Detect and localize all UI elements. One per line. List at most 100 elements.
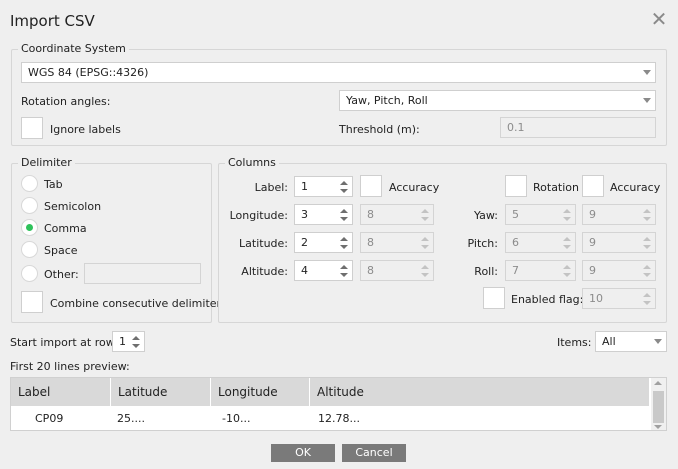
dialog-title: Import CSV	[10, 12, 95, 30]
columns-legend: Columns	[225, 156, 279, 169]
chevron-up-icon[interactable]	[340, 181, 348, 185]
column-header-label[interactable]: Label	[11, 378, 111, 406]
yaw-stepper[interactable]: 5	[505, 204, 576, 225]
preview-label: First 20 lines preview:	[10, 360, 130, 373]
label-col-label: Label:	[254, 181, 288, 194]
enabled-flag-label: Enabled flag:	[511, 293, 584, 306]
chevron-down-icon	[643, 70, 651, 75]
column-header-longitude[interactable]: Longitude	[211, 378, 310, 406]
radio-comma[interactable]	[21, 219, 38, 236]
rotation-accuracy-label: Accuracy	[610, 181, 661, 194]
chevron-down-icon[interactable]	[340, 217, 348, 221]
altitude-accuracy-stepper[interactable]: 8	[360, 260, 434, 281]
chevron-up-icon[interactable]	[340, 265, 348, 269]
column-header-latitude[interactable]: Latitude	[111, 378, 211, 406]
start-row-value: 1	[119, 335, 126, 348]
chevron-up-icon	[643, 293, 651, 297]
enabled-flag-checkbox[interactable]	[483, 287, 505, 309]
chevron-down-icon	[421, 245, 429, 249]
chevron-down-icon	[421, 273, 429, 277]
delimiter-legend: Delimiter	[18, 156, 75, 169]
items-select[interactable]: All	[595, 331, 667, 352]
radio-other[interactable]	[21, 265, 38, 282]
latitude-stepper[interactable]: 2	[294, 232, 353, 253]
chevron-down-icon[interactable]	[340, 273, 348, 277]
rotation-accuracy-checkbox[interactable]	[582, 175, 604, 197]
pitch-accuracy-stepper[interactable]: 9	[582, 232, 656, 253]
coordinate-system-legend: Coordinate System	[18, 42, 129, 55]
latitude-value: 2	[301, 236, 308, 249]
ignore-labels-checkbox[interactable]	[21, 117, 43, 139]
threshold-field[interactable]: 0.1	[500, 117, 656, 138]
longitude-stepper[interactable]: 3	[294, 204, 353, 225]
yaw-accuracy-value: 9	[589, 208, 596, 221]
start-row-stepper[interactable]: 1	[112, 331, 145, 352]
scroll-thumb[interactable]	[653, 391, 664, 423]
chevron-down-icon	[563, 245, 571, 249]
pitch-label: Pitch:	[467, 237, 499, 250]
chevron-up-icon	[421, 209, 429, 213]
longitude-value: 3	[301, 208, 308, 221]
cancel-button[interactable]: Cancel	[342, 444, 406, 462]
rotation-angles-value: Yaw, Pitch, Roll	[346, 94, 428, 107]
chevron-up-icon	[643, 237, 651, 241]
chevron-up-icon	[643, 265, 651, 269]
latitude-accuracy-stepper[interactable]: 8	[360, 232, 434, 253]
scroll-down-icon[interactable]	[654, 425, 662, 429]
coordinate-system-select[interactable]: WGS 84 (EPSG::4326)	[21, 62, 656, 83]
chevron-up-icon	[643, 209, 651, 213]
label-col-value: 1	[301, 180, 308, 193]
chevron-down-icon	[563, 273, 571, 277]
chevron-down-icon	[643, 245, 651, 249]
other-delimiter-field[interactable]	[84, 263, 201, 284]
roll-stepper[interactable]: 7	[505, 260, 576, 281]
radio-space-label: Space	[44, 244, 78, 257]
rotation-checkbox[interactable]	[505, 175, 527, 197]
chevron-up-icon[interactable]	[340, 209, 348, 213]
chevron-up-icon[interactable]	[340, 237, 348, 241]
combine-delimiters-label: Combine consecutive delimiters	[50, 297, 227, 310]
radio-tab-label: Tab	[44, 178, 63, 191]
close-icon[interactable]: ✕	[650, 9, 668, 29]
radio-comma-label: Comma	[44, 222, 87, 235]
chevron-down-icon	[643, 273, 651, 277]
rotation-angles-label: Rotation angles:	[21, 95, 111, 108]
longitude-label: Longitude:	[229, 209, 288, 222]
accuracy-checkbox[interactable]	[360, 175, 382, 197]
label-col-stepper[interactable]: 1	[294, 176, 353, 197]
threshold-label: Threshold (m):	[339, 123, 420, 136]
coordinate-system-value: WGS 84 (EPSG::4326)	[28, 66, 149, 79]
radio-semicolon-label: Semicolon	[44, 200, 102, 213]
radio-space[interactable]	[21, 241, 38, 258]
longitude-accuracy-stepper[interactable]: 8	[360, 204, 434, 225]
chevron-down-icon[interactable]	[340, 245, 348, 249]
enabled-flag-value: 10	[589, 292, 603, 305]
roll-accuracy-stepper[interactable]: 9	[582, 260, 656, 281]
chevron-down-icon[interactable]	[340, 189, 348, 193]
altitude-stepper[interactable]: 4	[294, 260, 353, 281]
combine-delimiters-checkbox[interactable]	[21, 291, 43, 313]
roll-accuracy-value: 9	[589, 264, 596, 277]
yaw-accuracy-stepper[interactable]: 9	[582, 204, 656, 225]
pitch-stepper[interactable]: 6	[505, 232, 576, 253]
ok-button[interactable]: OK	[271, 444, 335, 462]
column-header-altitude[interactable]: Altitude	[310, 378, 650, 406]
chevron-up-icon	[421, 265, 429, 269]
enabled-flag-stepper[interactable]: 10	[582, 288, 656, 309]
radio-semicolon[interactable]	[21, 197, 38, 214]
chevron-up-icon	[563, 209, 571, 213]
table-cell: 25....	[117, 412, 145, 425]
altitude-value: 4	[301, 264, 308, 277]
chevron-up-icon	[421, 237, 429, 241]
altitude-accuracy-value: 8	[367, 264, 374, 277]
scroll-up-icon[interactable]	[654, 381, 662, 385]
latitude-accuracy-value: 8	[367, 236, 374, 249]
chevron-up-icon[interactable]	[132, 336, 140, 340]
rotation-angles-select[interactable]: Yaw, Pitch, Roll	[339, 90, 656, 111]
chevron-down-icon	[654, 339, 662, 344]
chevron-down-icon	[421, 217, 429, 221]
yaw-value: 5	[512, 208, 519, 221]
table-cell: CP09	[35, 412, 64, 425]
radio-tab[interactable]	[21, 175, 38, 192]
chevron-down-icon[interactable]	[132, 344, 140, 348]
